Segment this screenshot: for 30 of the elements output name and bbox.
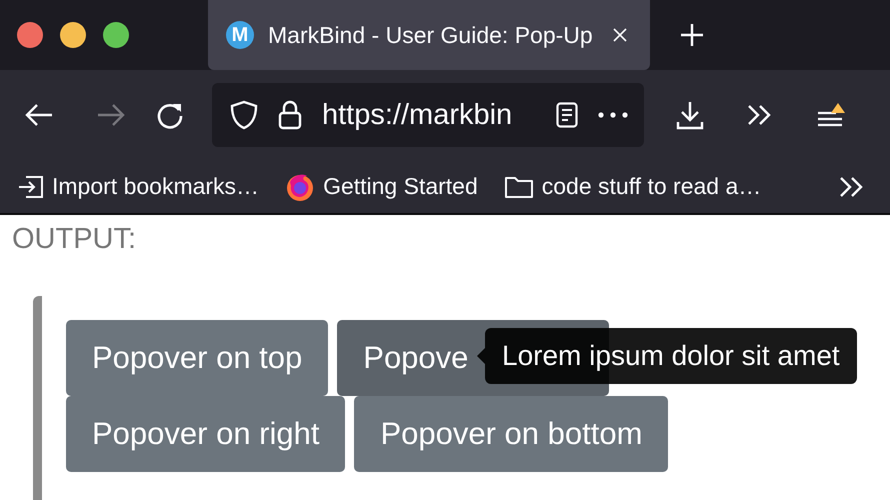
output-heading: OUTPUT: — [12, 223, 138, 255]
lock-icon[interactable] — [278, 100, 302, 130]
shield-icon[interactable] — [230, 100, 258, 130]
address-bar[interactable]: https://markbin — [212, 83, 644, 147]
bookmark-item[interactable]: code stuff to read a… — [504, 173, 762, 200]
reload-icon[interactable] — [156, 101, 184, 129]
popover-button[interactable]: Popover on right — [66, 396, 346, 472]
bookmark-item[interactable]: Getting Started — [285, 172, 478, 202]
popover-button[interactable]: Popover on top — [66, 320, 328, 396]
plus-icon[interactable] — [680, 23, 704, 47]
browser-tab[interactable]: M MarkBind - User Guide: Pop-Up — [208, 0, 650, 70]
url-text: https://markbin — [322, 98, 514, 132]
favicon: M — [226, 21, 254, 49]
forward-arrow-icon[interactable] — [96, 103, 126, 127]
menu-icon[interactable] — [816, 101, 846, 129]
window-control-dot[interactable] — [103, 22, 129, 48]
fox-globe-icon — [285, 172, 316, 202]
window-control-dot[interactable] — [60, 22, 86, 48]
window-control-dot[interactable] — [17, 22, 43, 48]
import-icon — [18, 176, 44, 198]
close-icon[interactable] — [612, 27, 628, 43]
popover-button[interactable]: Popover on bottom — [354, 396, 668, 472]
folder-icon — [504, 174, 534, 198]
reader-view-icon[interactable] — [556, 102, 578, 128]
tab-title: MarkBind - User Guide: Pop-Up — [268, 22, 594, 48]
tooltip: Lorem ipsum dolor sit amet — [485, 328, 857, 384]
back-arrow-icon[interactable] — [24, 103, 54, 127]
bookmark-item[interactable]: Import bookmarks… — [18, 173, 260, 200]
download-icon[interactable] — [676, 100, 704, 130]
more-icon[interactable] — [598, 112, 628, 118]
